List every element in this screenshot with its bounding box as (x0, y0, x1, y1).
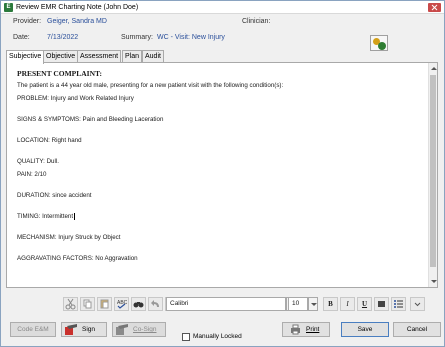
clinician-label: Clinician: (242, 18, 271, 25)
more-icon[interactable] (410, 297, 425, 311)
scroll-up-icon[interactable] (431, 67, 437, 70)
summary-value: WC - Visit: New Injury (157, 34, 225, 41)
text-caret (74, 213, 76, 220)
present-complaint-heading: PRESENT COMPLAINT: (17, 69, 102, 78)
manually-locked-label: Manually Locked (193, 333, 242, 340)
bullet-list-icon[interactable] (391, 297, 406, 311)
date-label: Date: (13, 34, 30, 41)
font-family-value: Calibri (170, 300, 189, 307)
print-label: Print (306, 326, 320, 333)
tab-audit-label: Audit (145, 53, 161, 60)
font-family-select[interactable]: Calibri (166, 297, 286, 311)
window-title: Review EMR Charting Note (John Doe) (16, 4, 139, 11)
co-sign-label: Co-Sign (133, 326, 157, 333)
tab-objective-label: Objective (46, 53, 76, 60)
font-size-dropdown-icon[interactable] (308, 297, 318, 311)
note-line: MECHANISM: Injury Struck by Object (17, 234, 121, 242)
tab-assessment-label: Assessment (80, 53, 119, 60)
tab-assessment[interactable]: Assessment (77, 50, 122, 62)
close-button[interactable] (428, 3, 441, 12)
sign-label: Sign (82, 326, 96, 333)
note-line: AGGRAVATING FACTORS: No Aggravation (17, 255, 138, 263)
tab-subjective[interactable]: Subjective (6, 50, 45, 64)
tab-objective[interactable]: Objective (43, 50, 79, 62)
highlight-icon[interactable] (374, 297, 389, 311)
tab-plan[interactable]: Plan (122, 50, 143, 62)
find-icon[interactable] (131, 297, 146, 311)
print-button[interactable]: Print (282, 322, 330, 337)
note-editor-panel: PRESENT COMPLAINT: The patient is a 44 y… (6, 62, 438, 288)
patient-info-icon[interactable] (370, 35, 388, 51)
sign-button[interactable]: Sign (61, 322, 107, 337)
note-line: LOCATION: Right hand (17, 137, 82, 144)
cut-icon[interactable] (63, 297, 78, 311)
font-size-value: 10 (292, 300, 300, 307)
underline-button[interactable]: U (357, 297, 372, 311)
note-editor[interactable]: PRESENT COMPLAINT: The patient is a 44 y… (14, 67, 427, 285)
note-line-timing: TIMING: Intermittent (17, 213, 427, 220)
scroll-down-icon[interactable] (431, 280, 437, 283)
save-button[interactable]: Save (341, 322, 389, 337)
title-bar: E Review EMR Charting Note (John Doe) (1, 1, 444, 14)
font-size-select[interactable]: 10 (288, 297, 308, 311)
note-line: QUALITY: Dull. (17, 158, 59, 165)
summary-label: Summary: (121, 34, 153, 41)
paste-icon[interactable] (97, 297, 112, 311)
note-line: The patient is a 44 year old male, prese… (17, 82, 284, 89)
note-line: PAIN: 2/10 (17, 171, 47, 178)
formatting-toolbar: ABC Calibri 10 B I U (63, 296, 437, 313)
emr-charting-window: E Review EMR Charting Note (John Doe) Pr… (0, 0, 445, 347)
tab-plan-label: Plan (125, 53, 140, 60)
note-line-timing-text: TIMING: Intermittent (17, 213, 74, 221)
code-em-button[interactable]: Code E&M (10, 322, 56, 337)
provider-label: Provider: (13, 18, 42, 25)
tab-audit[interactable]: Audit (142, 50, 164, 62)
spellcheck-icon[interactable]: ABC (114, 297, 129, 311)
bold-button[interactable]: B (323, 297, 338, 311)
note-line: SIGNS & SYMPTOMS: Pain and Bleeding Lace… (17, 116, 164, 123)
copy-icon[interactable] (80, 297, 95, 311)
svg-text:ABC: ABC (117, 300, 128, 306)
tab-subjective-label: Subjective (9, 53, 42, 60)
manually-locked-checkbox[interactable] (182, 333, 190, 341)
editor-scrollbar[interactable] (428, 63, 437, 287)
co-sign-button[interactable]: Co-Sign (112, 322, 166, 337)
cancel-button[interactable]: Cancel (393, 322, 441, 337)
note-line: PROBLEM: Injury and Work Related Injury (17, 95, 134, 102)
undo-icon[interactable] (148, 297, 163, 311)
app-icon: E (4, 3, 13, 12)
date-value: 7/13/2022 (47, 34, 79, 41)
note-line: DURATION: since accident (17, 192, 92, 199)
italic-button[interactable]: I (340, 297, 355, 311)
provider-value: Geiger, Sandra MD (47, 18, 107, 25)
scroll-thumb[interactable] (430, 75, 436, 267)
